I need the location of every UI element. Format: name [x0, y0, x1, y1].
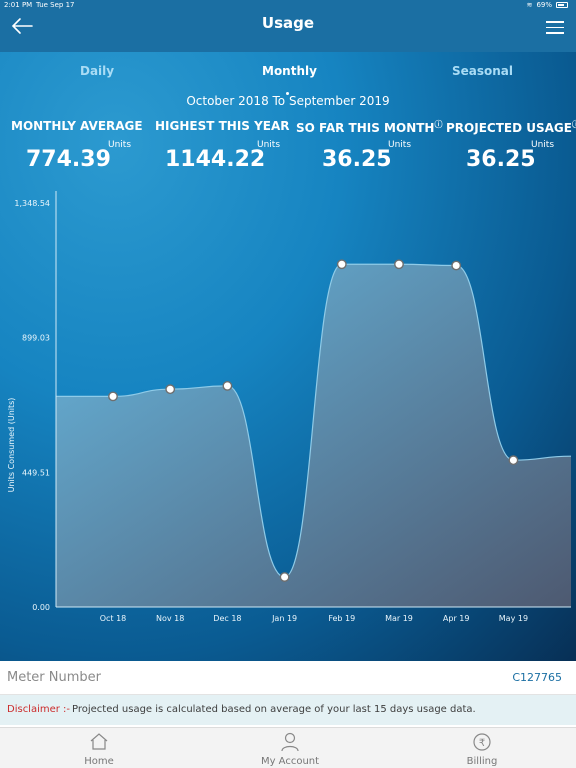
x-tick-label: May 19	[499, 614, 528, 623]
stat-monthly-average: MONTHLY AVERAGE Units 774.39	[11, 119, 143, 172]
wifi-icon: ≋	[526, 1, 533, 9]
tab-monthly[interactable]: Monthly	[262, 64, 317, 78]
y-tick-label: 899.03	[22, 334, 50, 343]
disclaimer-bar: Disclaimer :- Projected usage is calcula…	[0, 695, 576, 725]
stat-value: 774.39	[26, 147, 111, 172]
usage-panel: Daily Monthly Seasonal October 2018 To S…	[0, 52, 576, 661]
series-area	[56, 264, 571, 607]
data-point	[165, 384, 176, 395]
y-tick-label: 0.00	[32, 603, 50, 612]
data-point	[508, 455, 519, 466]
stat-label: SO FAR THIS MONTHⓘ	[296, 119, 442, 135]
meter-number: C127765	[512, 671, 562, 684]
stat-value: 1144.22	[165, 147, 266, 172]
x-tick-label: Feb 19	[328, 614, 355, 623]
info-icon[interactable]: ⓘ	[434, 120, 442, 129]
data-point	[279, 572, 290, 582]
x-tick-label: Dec 18	[213, 614, 241, 623]
stat-label: PROJECTED USAGEⓘ	[446, 119, 576, 135]
x-tick-label: Mar 19	[385, 614, 413, 623]
data-point	[336, 259, 347, 270]
stat-label-text: PROJECTED USAGE	[446, 121, 572, 135]
stat-unit: Units	[108, 140, 132, 150]
x-tick-label: Oct 18	[100, 614, 127, 623]
y-tick-label: 1,348.54	[14, 199, 50, 208]
nav-home[interactable]: Home	[49, 728, 149, 768]
nav-label: Billing	[466, 756, 498, 767]
disclaimer-key: Disclaimer :-	[7, 704, 71, 715]
stat-value: 36.25	[322, 147, 392, 172]
stat-so-far-this-month: SO FAR THIS MONTHⓘ Units 36.25	[296, 119, 442, 172]
battery-icon	[556, 2, 568, 8]
page-title: Usage	[261, 14, 315, 32]
stat-highest-this-year: HIGHEST THIS YEAR Units 1144.22	[155, 119, 290, 172]
data-point	[394, 259, 404, 270]
tab-daily[interactable]: Daily	[80, 64, 114, 78]
x-tick-label: Apr 19	[443, 614, 470, 623]
hamburger-menu-icon[interactable]	[546, 17, 566, 35]
data-point	[108, 391, 118, 402]
stat-label: MONTHLY AVERAGE	[11, 119, 143, 133]
status-date: Tue Sep 17	[36, 1, 75, 9]
y-axis-label: Units Consumed (Units)	[7, 398, 16, 493]
x-tick-label: Jan 19	[271, 614, 297, 623]
stat-projected-usage: PROJECTED USAGEⓘ Units 36.25	[446, 119, 576, 172]
svg-text:₹: ₹	[479, 738, 485, 749]
nav-billing[interactable]: ₹ Billing	[432, 728, 532, 768]
tab-seasonal[interactable]: Seasonal	[452, 64, 513, 78]
period-tabs: Daily Monthly Seasonal	[0, 64, 576, 95]
status-bar: 2:01 PM Tue Sep 17 ≋ 69%	[0, 0, 576, 12]
stat-label: HIGHEST THIS YEAR	[155, 119, 290, 133]
meter-row: Meter Number C127765	[0, 661, 576, 695]
stat-value: 36.25	[466, 147, 536, 172]
nav-my-account[interactable]: My Account	[240, 728, 340, 768]
info-icon[interactable]: ⓘ	[572, 120, 576, 129]
user-icon	[281, 732, 299, 752]
bottom-nav: Home My Account ₹ Billing	[0, 727, 576, 768]
disclaimer-text: Projected usage is calculated based on a…	[72, 704, 476, 715]
meter-label: Meter Number	[7, 670, 102, 685]
battery-percent: 69%	[536, 1, 552, 9]
rupee-icon: ₹	[473, 733, 491, 751]
nav-label: My Account	[260, 756, 320, 767]
status-time: 2:01 PM	[4, 1, 33, 9]
y-tick-label: 449.51	[22, 468, 50, 477]
home-icon	[90, 733, 108, 750]
stat-label-text: SO FAR THIS MONTH	[296, 121, 435, 135]
usage-chart-svg: 0.00 449.51 899.03 1,348.54 Units Consumed (…	[7, 191, 572, 623]
period-range: October 2018 To September 2019	[186, 94, 390, 108]
x-tick-label: Nov 18	[156, 614, 184, 623]
data-point	[222, 381, 233, 391]
data-point	[451, 260, 462, 271]
usage-chart: 0.00 449.51 899.03 1,348.54 Units Consumed (…	[0, 187, 576, 661]
nav-label: Home	[84, 756, 114, 767]
